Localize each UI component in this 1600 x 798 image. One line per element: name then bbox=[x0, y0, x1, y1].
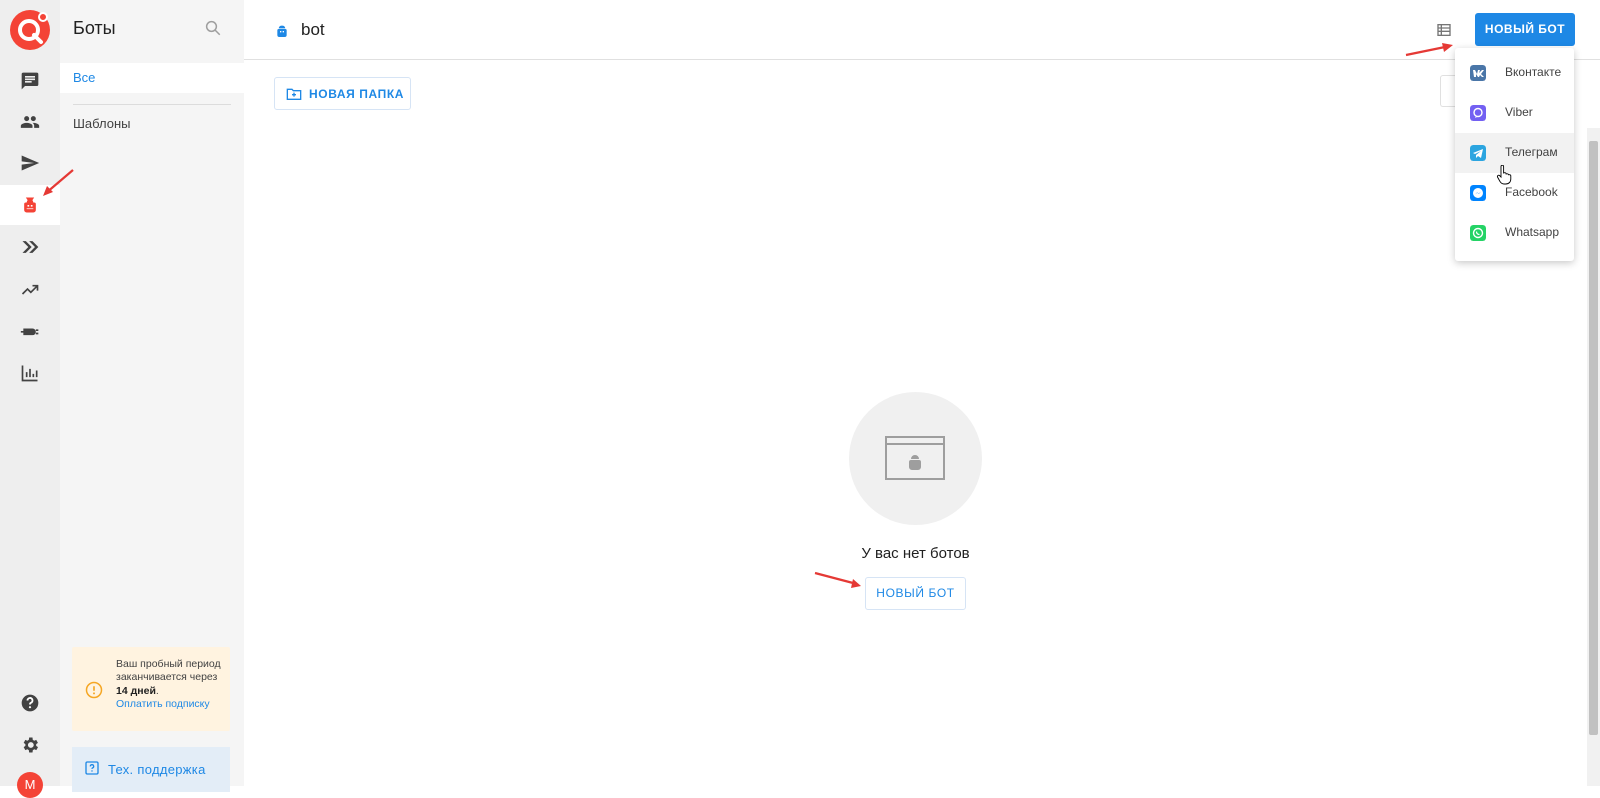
empty-new-bot-button[interactable]: НОВЫЙ БОТ bbox=[865, 577, 966, 610]
plug-icon bbox=[20, 328, 39, 336]
bot-icon bbox=[24, 197, 36, 213]
nav-settings[interactable] bbox=[0, 725, 60, 765]
support-icon bbox=[85, 761, 99, 775]
nav-funnels[interactable] bbox=[0, 227, 60, 267]
info-icon bbox=[85, 681, 103, 699]
trial-days: 14 дней bbox=[116, 684, 156, 697]
new-folder-label: НОВАЯ ПАПКА bbox=[309, 87, 405, 101]
support-label: Тех. поддержка bbox=[108, 762, 206, 777]
annotation-arrow bbox=[814, 571, 861, 588]
vk-icon bbox=[1470, 65, 1486, 81]
menu-item-viber[interactable]: Viber bbox=[1455, 93, 1574, 133]
nav-integrations[interactable] bbox=[0, 311, 60, 351]
nav-contacts[interactable] bbox=[0, 102, 60, 142]
viber-icon bbox=[1470, 105, 1486, 121]
menu-item-label: Вконтакте bbox=[1505, 65, 1562, 79]
app-logo-icon[interactable] bbox=[10, 10, 50, 50]
scrollbar-thumb[interactable] bbox=[1589, 141, 1598, 735]
send-icon bbox=[21, 155, 40, 171]
sidebar-item-all[interactable]: Все bbox=[60, 63, 244, 93]
nav-chats[interactable] bbox=[0, 61, 60, 101]
annotation-arrow bbox=[43, 169, 74, 196]
menu-item-label: Viber bbox=[1505, 105, 1533, 119]
new-bot-button[interactable]: НОВЫЙ БОТ bbox=[1475, 13, 1575, 46]
nav-growth[interactable] bbox=[0, 269, 60, 309]
nav-help[interactable] bbox=[0, 683, 60, 723]
menu-item-label: Телеграм bbox=[1505, 145, 1558, 159]
pay-subscription-link[interactable]: Оплатить подписку bbox=[116, 698, 226, 711]
user-avatar[interactable]: M bbox=[17, 772, 43, 798]
folder-plus-icon bbox=[286, 88, 302, 100]
sidebar-item-templates[interactable]: Шаблоны bbox=[73, 116, 131, 131]
sidebar-divider bbox=[73, 104, 231, 105]
hand-cursor-icon bbox=[1497, 165, 1512, 185]
menu-item-whatsapp[interactable]: Whatsapp bbox=[1455, 213, 1574, 253]
menu-item-label: Whatsapp bbox=[1505, 225, 1560, 239]
bot-icon bbox=[277, 25, 287, 37]
whatsapp-icon bbox=[1470, 225, 1486, 241]
empty-window-icon bbox=[885, 436, 945, 480]
menu-item-label: Facebook bbox=[1505, 185, 1558, 199]
sidebar-title: Боты bbox=[73, 18, 116, 38]
new-bot-dropdown: Вконтакте Viber Телеграм Facebook Whatsa… bbox=[1455, 48, 1574, 261]
menu-item-telegram[interactable]: Телеграм bbox=[1455, 133, 1574, 173]
menu-item-vkontakte[interactable]: Вконтакте bbox=[1455, 53, 1574, 93]
bots-sidebar: Боты Все Шаблоны Ваш пробный период зака… bbox=[60, 0, 244, 792]
new-folder-button[interactable]: НОВАЯ ПАПКА bbox=[274, 77, 411, 110]
list-view-icon[interactable] bbox=[1436, 22, 1452, 38]
search-icon[interactable] bbox=[204, 19, 222, 37]
telegram-icon bbox=[1470, 145, 1486, 161]
empty-state-illustration bbox=[849, 392, 982, 525]
trending-icon bbox=[21, 284, 39, 295]
trial-message: Ваш пробный период заканчивается через 1… bbox=[116, 658, 226, 711]
empty-state-message: У вас нет ботов bbox=[861, 545, 970, 562]
page-header: bot НОВЫЙ БОТ bbox=[244, 0, 1600, 60]
stats-icon bbox=[21, 365, 38, 382]
people-icon bbox=[20, 116, 40, 128]
page-title: bot bbox=[301, 20, 325, 39]
trial-notice: Ваш пробный период заканчивается через 1… bbox=[72, 647, 230, 731]
annotation-arrow bbox=[1405, 43, 1453, 57]
messenger-icon bbox=[1470, 185, 1486, 201]
nav-rail: M bbox=[0, 0, 60, 798]
help-icon bbox=[21, 694, 39, 712]
menu-item-facebook[interactable]: Facebook bbox=[1455, 173, 1574, 213]
support-button[interactable]: Тех. поддержка bbox=[72, 747, 230, 792]
chevrons-icon bbox=[22, 241, 39, 253]
chat-icon bbox=[21, 72, 39, 90]
gear-icon bbox=[23, 737, 38, 753]
nav-stats[interactable] bbox=[0, 353, 60, 393]
